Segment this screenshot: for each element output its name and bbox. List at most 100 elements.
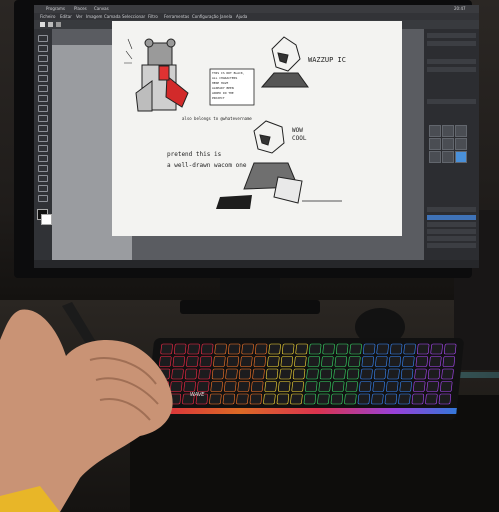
menu-filtro[interactable]: Filtro: [148, 13, 158, 20]
brush-preset-6[interactable]: [455, 138, 467, 150]
brush-preset-7[interactable]: [429, 151, 441, 163]
monitor: Programs Places Canvas 20:47 Ficheiro Ed…: [14, 0, 479, 278]
drawing-canvas[interactable]: THIS IS NOT BLACK, ALL CHARACTERS HERE H…: [112, 21, 402, 236]
layers-header: [427, 207, 476, 212]
text-tool-icon[interactable]: [38, 45, 48, 52]
keyboard-key: [280, 356, 294, 367]
keyboard-key: [291, 381, 304, 392]
lasso-tool-icon[interactable]: [38, 165, 48, 172]
keyboard-key: [322, 343, 335, 355]
keyboard-key: [308, 343, 322, 355]
keyboard-key: [373, 368, 387, 380]
advanced-color-selector[interactable]: [427, 33, 476, 38]
layer-row[interactable]: [427, 222, 476, 227]
keyboard-key: [399, 381, 412, 392]
keyboard-key: [402, 356, 415, 367]
new-file-icon[interactable]: [40, 22, 45, 27]
keyboard-key: [227, 343, 241, 355]
keyboard-key: [290, 393, 303, 405]
keyboard-key: [249, 393, 263, 405]
menu-janela[interactable]: Janela: [220, 13, 232, 20]
keyboard-key: [413, 381, 426, 392]
brush-preset-selected[interactable]: [455, 151, 467, 163]
menu-ver[interactable]: Ver: [76, 13, 83, 20]
shout-text-wow: WOW COOL: [292, 127, 307, 142]
keyboard-key: [276, 393, 290, 405]
tool-options-row[interactable]: [427, 59, 476, 64]
keyboard-key: [441, 368, 454, 380]
hand-holding-pen: [0, 302, 173, 512]
menu-seleccionar[interactable]: Seleccionar: [122, 13, 145, 20]
keyboard-key: [214, 343, 227, 355]
layer-row[interactable]: [427, 243, 476, 248]
os-top-panel: Programs Places Canvas 20:47: [34, 5, 479, 13]
keyboard-key: [398, 393, 411, 405]
os-menu-canvas[interactable]: Canvas: [94, 5, 109, 13]
keyboard-key: [388, 356, 402, 367]
status-bar: [34, 260, 479, 268]
keyboard-key: [414, 368, 427, 380]
layer-row[interactable]: [427, 229, 476, 234]
transform-tool-icon[interactable]: [38, 145, 48, 152]
caption-line-2: a well-drawn wacom one: [167, 162, 247, 169]
brush-preset-1[interactable]: [429, 125, 441, 137]
crop-tool-icon[interactable]: [38, 155, 48, 162]
os-menu-places[interactable]: Places: [74, 5, 87, 13]
brush-preset-3[interactable]: [455, 125, 467, 137]
shout-text-wazzup: WAZZUP IC: [308, 56, 346, 64]
menu-ferramentas[interactable]: Ferramentas: [164, 13, 189, 20]
polygon-tool-icon[interactable]: [38, 95, 48, 102]
pan-tool-icon[interactable]: [38, 195, 48, 202]
brush-preset-2[interactable]: [442, 125, 454, 137]
move-tool-icon[interactable]: [38, 135, 48, 142]
eyedropper-tool-icon[interactable]: [38, 125, 48, 132]
layer-row[interactable]: [427, 236, 476, 241]
rectangle-tool-icon[interactable]: [38, 75, 48, 82]
os-menu-programs[interactable]: Programs: [46, 5, 65, 13]
keyboard-key: [317, 393, 330, 405]
menu-camada[interactable]: Camada: [104, 13, 121, 20]
keyboard-key: [400, 368, 414, 380]
keyboard-key: [225, 368, 238, 380]
background-color-swatch[interactable]: [41, 214, 52, 225]
keyboard-key: [226, 356, 240, 367]
brush-preset-4[interactable]: [429, 138, 441, 150]
open-file-icon[interactable]: [48, 22, 53, 27]
menu-ajuda[interactable]: Ajuda: [236, 13, 247, 20]
monitor-stand-base: [180, 300, 320, 314]
brush-presets-header: [427, 99, 476, 104]
color-row[interactable]: [427, 41, 476, 46]
sketch-drawing: [124, 36, 342, 209]
brush-tool-icon[interactable]: [38, 55, 48, 62]
keyboard-key: [222, 393, 236, 405]
layer-row-selected[interactable]: [427, 215, 476, 220]
zoom-tool-icon[interactable]: [38, 185, 48, 192]
gradient-tool-icon[interactable]: [38, 115, 48, 122]
brush-preset-5[interactable]: [442, 138, 454, 150]
line-tool-icon[interactable]: [38, 65, 48, 72]
magic-wand-tool-icon[interactable]: [38, 175, 48, 182]
keyboard-key: [348, 356, 361, 367]
select-tool-icon[interactable]: [38, 35, 48, 42]
keyboard-key: [264, 381, 277, 392]
keyboard-key: [278, 381, 291, 392]
save-file-icon[interactable]: [56, 22, 61, 27]
keyboard-key: [281, 343, 295, 355]
keyboard-key: [332, 381, 345, 392]
doodle-marks: [124, 38, 133, 64]
keyboard-key: [372, 381, 385, 392]
keyboard-key: [268, 343, 281, 355]
brush-preset-8[interactable]: [442, 151, 454, 163]
speech-bubble-text: THIS IS NOT BLACK, ALL CHARACTERS HERE H…: [212, 71, 245, 100]
menu-editar[interactable]: Editar: [60, 13, 72, 20]
keyboard-key: [415, 356, 429, 367]
keyboard-key: [236, 393, 249, 405]
keyboard-key: [389, 343, 403, 355]
menu-ficheiro[interactable]: Ficheiro: [40, 13, 55, 20]
keyboard-key: [384, 393, 398, 405]
menu-configuracao[interactable]: Configuração: [192, 13, 219, 20]
ellipse-tool-icon[interactable]: [38, 85, 48, 92]
fill-tool-icon[interactable]: [38, 105, 48, 112]
menu-imagem[interactable]: Imagem: [86, 13, 102, 20]
tool-options-row-2[interactable]: [427, 67, 476, 72]
